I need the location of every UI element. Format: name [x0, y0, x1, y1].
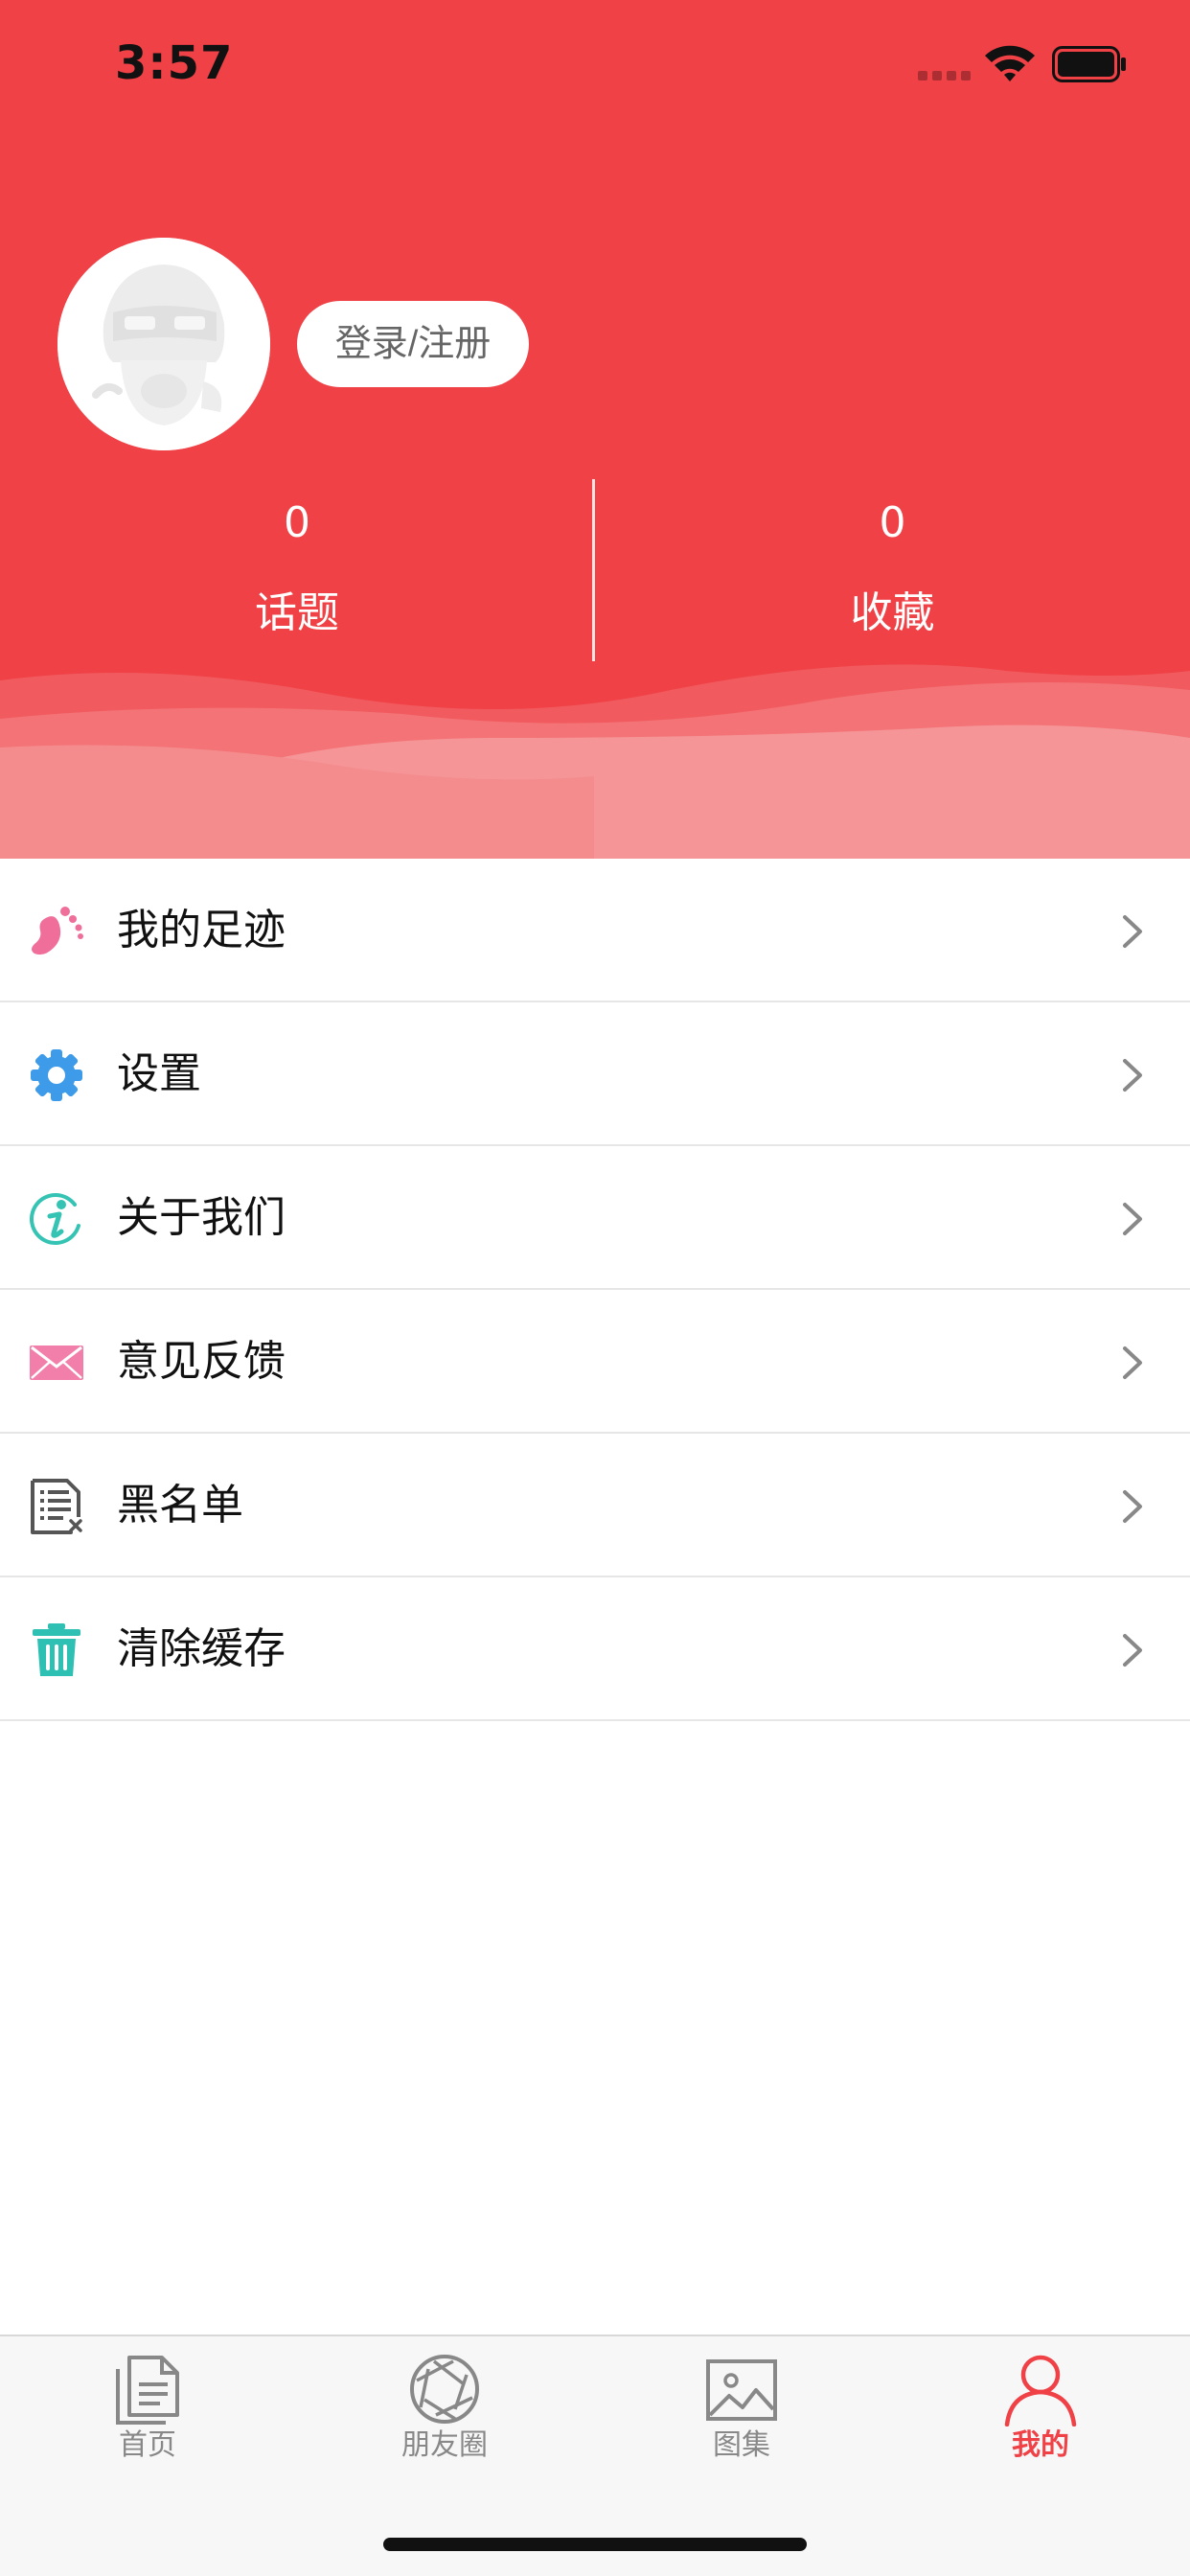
chevron-right-icon: [1123, 915, 1142, 948]
chevron-right-icon: [1123, 1059, 1142, 1092]
menu-item-label: 关于我们: [117, 1193, 286, 1242]
menu-item-footprints[interactable]: 我的足迹: [0, 859, 1190, 1002]
menu-item-label: 黑名单: [117, 1481, 243, 1530]
info-icon: [30, 1193, 80, 1245]
menu-item-label: 意见反馈: [117, 1337, 286, 1386]
menu-item-blacklist[interactable]: 黑名单: [0, 1434, 1190, 1577]
blacklist-icon: [31, 1479, 82, 1534]
stat-favorites[interactable]: 0 收藏: [595, 493, 1190, 644]
chevron-right-icon: [1123, 1634, 1142, 1667]
avatar[interactable]: [57, 238, 270, 450]
profile-header: 3:57 登录/注册 0 话题 0 收藏: [0, 0, 1190, 859]
tab-label: 我的: [1012, 2428, 1069, 2462]
tab-gallery[interactable]: 图集: [646, 2352, 837, 2463]
menu-item-label: 我的足迹: [117, 906, 286, 954]
default-avatar-icon: [57, 238, 270, 450]
menu-item-settings[interactable]: 设置: [0, 1002, 1190, 1146]
chevron-right-icon: [1123, 1203, 1142, 1235]
login-register-button[interactable]: 登录/注册: [297, 301, 529, 387]
header-wave-decoration: [0, 664, 1190, 859]
tab-label: 朋友圈: [401, 2428, 488, 2462]
wifi-icon: [985, 45, 1035, 81]
menu-item-feedback[interactable]: 意见反馈: [0, 1290, 1190, 1434]
tab-home[interactable]: 首页: [52, 2352, 243, 2463]
chevron-right-icon: [1123, 1490, 1142, 1523]
menu-item-label: 清除缓存: [117, 1624, 286, 1673]
stat-topics-count: 0: [284, 498, 310, 547]
person-icon: [1004, 2355, 1077, 2426]
tab-label: 图集: [713, 2428, 770, 2462]
tab-mine[interactable]: 我的: [945, 2352, 1136, 2463]
document-icon: [116, 2356, 179, 2425]
aperture-icon: [410, 2355, 479, 2424]
chevron-right-icon: [1123, 1346, 1142, 1379]
tab-moments[interactable]: 朋友圈: [349, 2352, 540, 2463]
status-time: 3:57: [115, 36, 234, 90]
trash-icon: [33, 1623, 80, 1676]
menu-item-label: 设置: [117, 1049, 201, 1098]
cellular-signal-icon: [918, 71, 972, 80]
home-indicator[interactable]: [383, 2538, 807, 2551]
menu-list: 我的足迹 设置 关于我们 意见反馈 黑名单 清除缓存: [0, 859, 1190, 1721]
tab-label: 首页: [119, 2428, 176, 2462]
footprint-icon: [32, 907, 83, 955]
menu-item-about-us[interactable]: 关于我们: [0, 1146, 1190, 1290]
image-icon: [706, 2359, 777, 2421]
menu-item-clear-cache[interactable]: 清除缓存: [0, 1577, 1190, 1721]
stat-topics[interactable]: 0 话题: [0, 493, 594, 644]
battery-icon: [1052, 46, 1126, 82]
envelope-icon: [30, 1346, 83, 1380]
stat-favorites-count: 0: [879, 498, 906, 547]
gear-icon: [31, 1049, 82, 1101]
